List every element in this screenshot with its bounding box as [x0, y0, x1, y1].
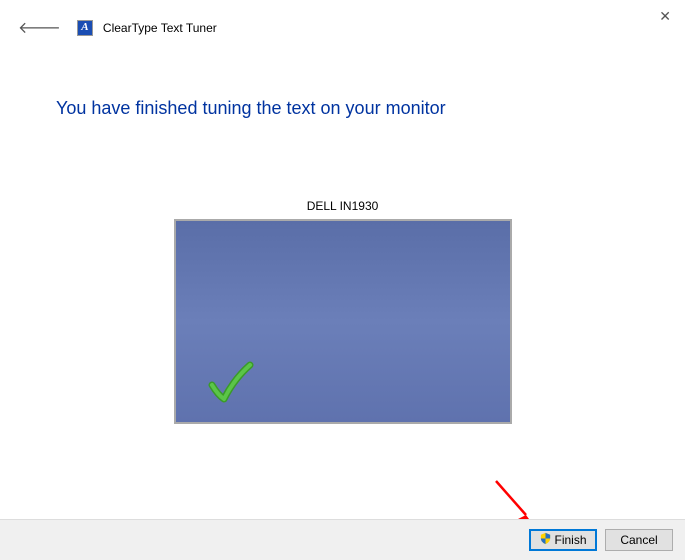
checkmark-icon [208, 361, 254, 408]
monitor-label: DELL IN1930 [0, 199, 685, 213]
monitor-preview [174, 219, 512, 424]
back-arrow-icon[interactable]: 🡐 [12, 15, 67, 40]
header: 🡐 A ClearType Text Tuner [0, 0, 685, 48]
page-heading: You have finished tuning the text on you… [56, 98, 685, 119]
cancel-button[interactable]: Cancel [605, 529, 673, 551]
footer: Finish Cancel [0, 519, 685, 560]
cancel-button-label: Cancel [620, 533, 657, 547]
app-icon: A [77, 20, 93, 36]
window-title: ClearType Text Tuner [103, 21, 217, 35]
finish-button-label: Finish [554, 533, 586, 547]
shield-icon [539, 532, 552, 548]
finish-button[interactable]: Finish [529, 529, 597, 551]
close-icon[interactable]: ✕ [659, 8, 671, 25]
